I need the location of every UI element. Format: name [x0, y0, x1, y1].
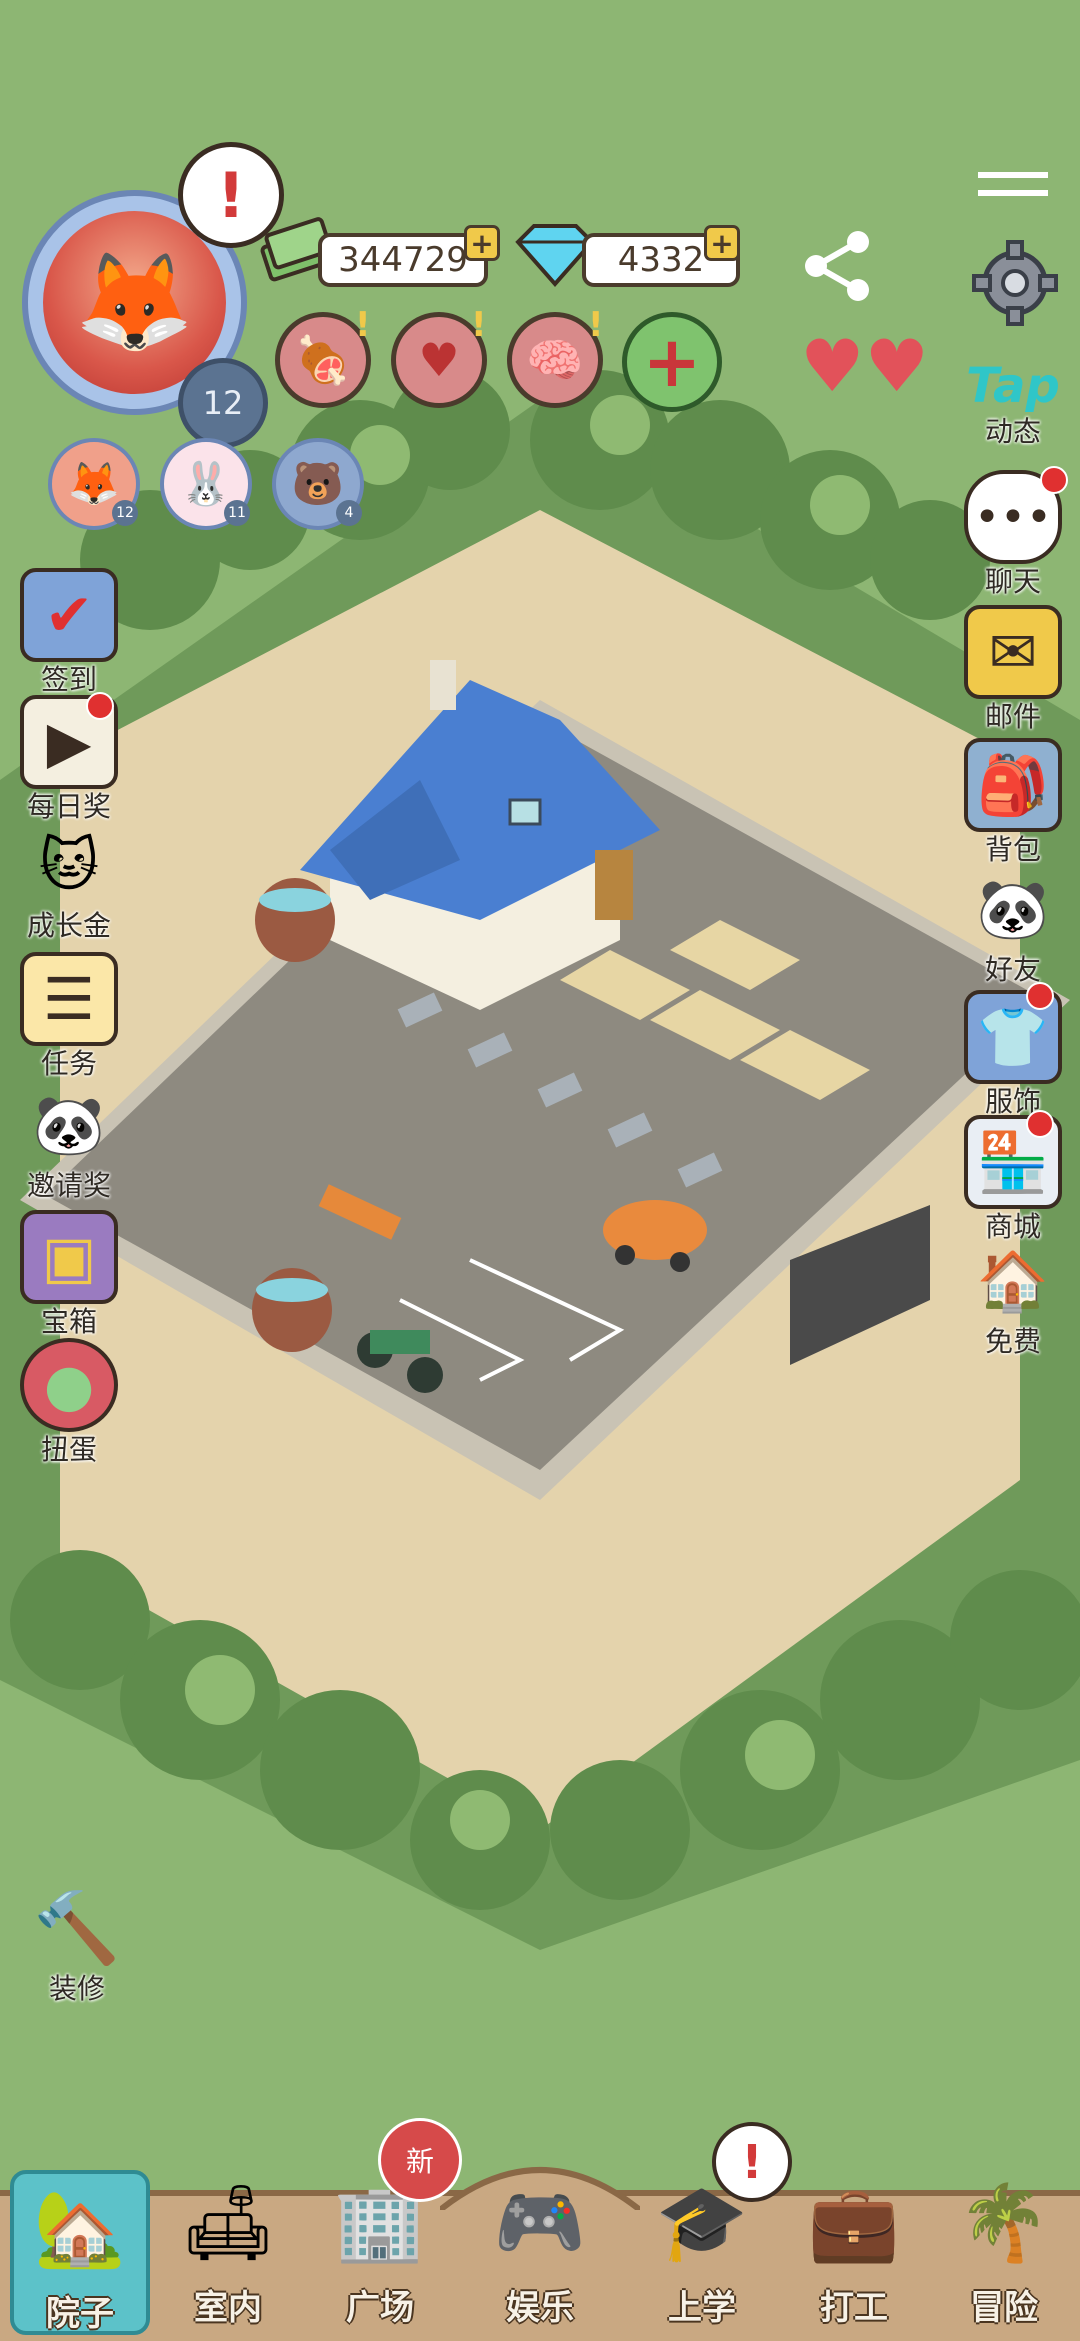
- right-btn-shop[interactable]: 🏪 商城: [958, 1115, 1068, 1245]
- clothing-label: 服饰: [984, 1085, 1041, 1118]
- couple-hearts-icon[interactable]: ♥♥: [800, 330, 929, 402]
- chat-label: 聊天: [984, 565, 1041, 598]
- free-house-icon: 🏠: [976, 1246, 1050, 1315]
- nav-indoor-label: 室内: [194, 2288, 262, 2328]
- nav-indoor[interactable]: 🛋 室内: [158, 2168, 298, 2338]
- palm-tree-icon: 🌴: [957, 2179, 1051, 2266]
- heart-icon: ♥: [418, 333, 460, 387]
- gacha-machine-icon: ●: [20, 1338, 118, 1432]
- free-label: 免费: [984, 1325, 1041, 1358]
- left-btn-gacha[interactable]: ● 扭蛋: [14, 1338, 124, 1468]
- coin-amount: 344729: [338, 240, 468, 280]
- left-btn-chest[interactable]: ▣ 宝箱: [14, 1210, 124, 1340]
- pet-level-3: 4: [336, 500, 362, 526]
- friends-label: 好友: [984, 953, 1041, 986]
- right-btn-friends[interactable]: 🐼 好友: [958, 866, 1068, 988]
- task-clipboard-icon: ☰: [20, 952, 118, 1046]
- decorate-button[interactable]: 🔨 装修: [22, 1885, 132, 2007]
- nav-work-label: 打工: [820, 2288, 888, 2328]
- panda-friends-icon: 🐼: [976, 874, 1050, 943]
- invite-reward-icon: 🐼: [32, 1090, 106, 1159]
- nav-yard[interactable]: 🏡 院子: [10, 2170, 150, 2335]
- briefcase-icon: 💼: [807, 2179, 901, 2266]
- gear-icon[interactable]: [970, 238, 1060, 328]
- right-btn-free[interactable]: 🏠 免费: [958, 1238, 1068, 1360]
- bag-label: 背包: [984, 833, 1041, 866]
- checkin-calendar-icon: ✔: [20, 568, 118, 662]
- add-diamonds-button[interactable]: +: [704, 225, 740, 261]
- tap-icon: Tap: [966, 358, 1060, 414]
- chest-label: 宝箱: [40, 1305, 97, 1338]
- nav-adventure[interactable]: 🌴 冒险: [934, 2168, 1074, 2338]
- right-btn-feed[interactable]: Tap 动态: [958, 358, 1068, 450]
- plus-icon: +: [642, 321, 702, 403]
- nav-yard-label: 院子: [46, 2294, 114, 2334]
- decorate-label: 装修: [48, 1972, 105, 2005]
- coin-counter: 344729: [318, 233, 488, 287]
- left-btn-task[interactable]: ☰ 任务: [14, 952, 124, 1082]
- right-btn-bag[interactable]: 🎒 背包: [958, 738, 1068, 868]
- add-coins-button[interactable]: +: [464, 225, 500, 261]
- left-btn-invite[interactable]: 🐼 邀请奖: [14, 1082, 124, 1204]
- nav-plaza-label: 广场: [346, 2288, 414, 2328]
- left-btn-growth[interactable]: 🐱 成长金: [14, 822, 124, 944]
- nav-work[interactable]: 💼 打工: [784, 2168, 924, 2338]
- menu-button[interactable]: [978, 172, 1048, 202]
- nav-school-label: 上学: [668, 2288, 736, 2328]
- backpack-icon: 🎒: [964, 738, 1062, 832]
- pet-level-2: 11: [224, 500, 250, 526]
- indoor-sofa-icon: 🛋: [181, 2179, 275, 2266]
- daily-label: 每日奖: [26, 790, 111, 823]
- feed-label: 动态: [984, 415, 1041, 448]
- daily-notify-dot: [86, 692, 114, 720]
- mail-label: 邮件: [984, 700, 1041, 733]
- hammer-icon: 🔨: [33, 1886, 121, 1969]
- invite-label: 邀请奖: [26, 1169, 111, 1202]
- plaza-new-badge: 新: [378, 2118, 462, 2202]
- hunger-alert-icon: !: [355, 305, 371, 345]
- gamepad-icon: 🎮: [493, 2179, 587, 2266]
- pet-level-1: 12: [112, 500, 138, 526]
- right-btn-mail[interactable]: ✉ 邮件: [958, 605, 1068, 735]
- right-btn-clothing[interactable]: 👕 服饰: [958, 990, 1068, 1120]
- intellect-alert-icon: !: [588, 305, 604, 345]
- clothing-notify-dot: [1026, 982, 1054, 1010]
- add-stat-button[interactable]: +: [622, 312, 722, 412]
- player-level-badge: 12: [178, 358, 268, 448]
- treasure-chest-icon: ▣: [20, 1210, 118, 1304]
- nav-adventure-label: 冒险: [970, 2288, 1038, 2328]
- hamburger-icon: [978, 172, 1048, 196]
- growth-fund-icon: 🐱: [38, 831, 100, 899]
- brain-icon: 🧠: [526, 332, 584, 387]
- school-alert-icon: !: [712, 2122, 792, 2202]
- diamond-amount: 4332: [617, 240, 705, 280]
- growth-label: 成长金: [26, 909, 111, 942]
- mail-icon: ✉: [964, 605, 1062, 699]
- mood-alert-icon: !: [471, 305, 487, 345]
- chat-notify-dot: [1040, 466, 1068, 494]
- checkin-label: 签到: [40, 663, 97, 696]
- left-btn-checkin[interactable]: ✔ 签到: [14, 568, 124, 698]
- shop-notify-dot: [1026, 1110, 1054, 1138]
- yard-house-icon: 🏡: [33, 2185, 127, 2272]
- gacha-label: 扭蛋: [40, 1433, 97, 1466]
- nav-fun-label: 娱乐: [506, 2288, 574, 2328]
- meat-icon: 🍖: [294, 332, 352, 387]
- share-icon[interactable]: [800, 228, 876, 304]
- task-label: 任务: [40, 1047, 97, 1080]
- nav-fun[interactable]: 🎮 娱乐: [470, 2168, 610, 2338]
